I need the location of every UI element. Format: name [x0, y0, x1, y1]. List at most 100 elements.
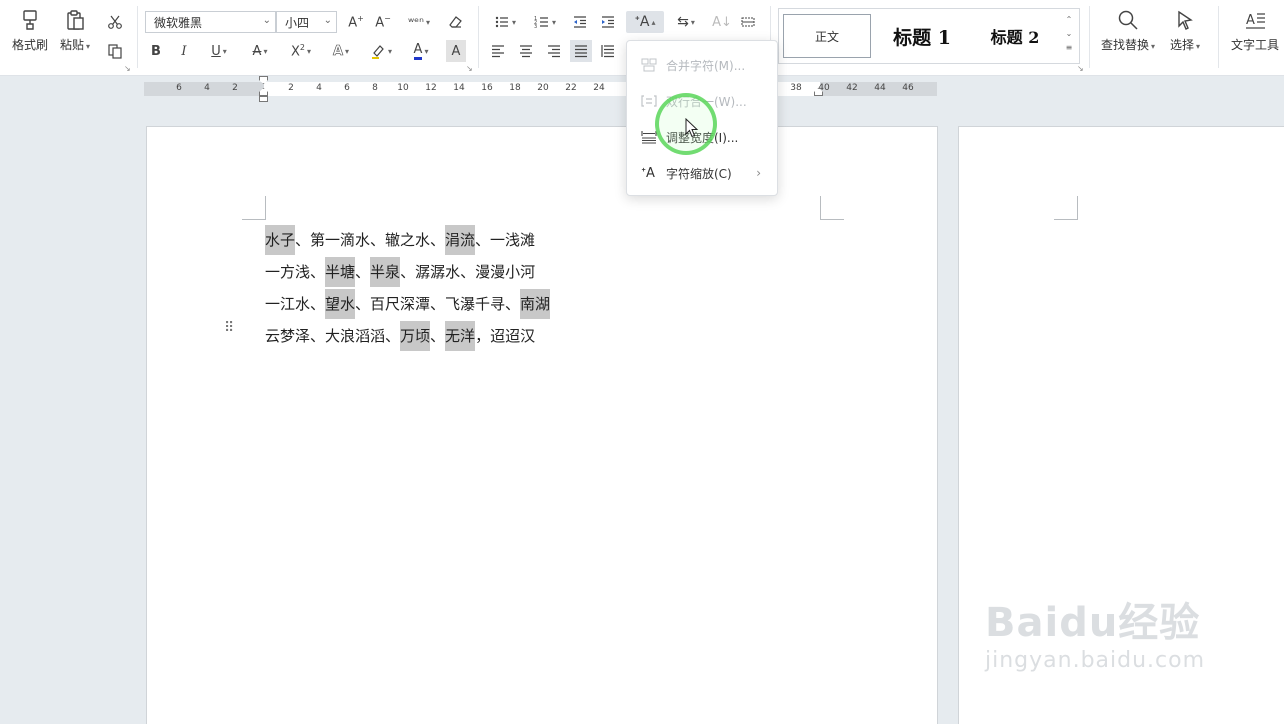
group-separator: [137, 6, 138, 68]
italic-button[interactable]: I: [174, 40, 194, 62]
paste-button[interactable]: 粘贴 ▾: [60, 8, 90, 53]
format-painter-icon: [23, 10, 37, 30]
ruler-tick: 24: [593, 83, 605, 93]
align-center-button[interactable]: [516, 40, 536, 62]
phonetic-guide-button[interactable]: ʷᵉⁿ ▾: [402, 11, 436, 33]
merge-chars-icon: [641, 58, 659, 72]
chevron-down-icon[interactable]: ⌄: [1063, 27, 1075, 41]
ruler-tick: 4: [204, 83, 210, 93]
text-line: 一方浅、半塘、半泉、潺潺水、漫漫小河: [265, 256, 550, 288]
clipboard-launcher-icon[interactable]: ↘: [124, 64, 131, 73]
text-tools-icon: A: [1246, 13, 1265, 29]
ruler-tick: 2: [232, 83, 238, 93]
ruler-tick: 6: [344, 83, 350, 93]
cut-button[interactable]: [104, 11, 126, 33]
ruler-tick: 14: [453, 83, 465, 93]
show-marks-icon: [741, 17, 755, 27]
chevron-up-icon[interactable]: ⌃: [1063, 13, 1075, 27]
shrink-font-icon: A−: [375, 13, 391, 31]
left-indent-marker[interactable]: [259, 96, 268, 102]
shrink-font-button[interactable]: A−: [372, 11, 394, 33]
style-normal[interactable]: 正文: [783, 14, 871, 58]
bold-button[interactable]: B: [146, 40, 166, 62]
sort-button[interactable]: A↓: [712, 11, 732, 33]
justify-icon: [575, 45, 587, 58]
find-replace-button[interactable]: 查找替换 ▾: [1101, 8, 1155, 53]
chinese-layout-icon: ᐩA: [634, 14, 650, 30]
ruler-tick: 46: [902, 83, 914, 93]
ruler-tick: 6: [176, 83, 182, 93]
margin-corner-mark: [1054, 196, 1078, 220]
paragraph-drag-handle-icon[interactable]: ⠿: [224, 321, 234, 335]
text-direction-button[interactable]: ⇆ ▾: [670, 11, 702, 33]
text-run: 一方浅、: [265, 263, 326, 281]
distributed-align-button[interactable]: [598, 40, 618, 62]
expand-icon[interactable]: ≡: [1063, 41, 1075, 55]
underline-button[interactable]: U ▾: [202, 40, 236, 62]
chevron-right-icon: ›: [756, 166, 761, 180]
bullets-button[interactable]: ▾: [488, 11, 522, 33]
text-run: 、潺潺水、漫漫小河: [400, 263, 536, 281]
bullet-list-icon: [495, 16, 508, 28]
find-replace-label: 查找替换 ▾: [1101, 38, 1156, 52]
ruler-tick: 8: [372, 83, 378, 93]
superscript-button[interactable]: X2 ▾: [284, 40, 318, 62]
show-marks-button[interactable]: [738, 11, 758, 33]
ruler-tick: 18: [509, 83, 521, 93]
italic-icon: I: [181, 43, 187, 59]
paste-icon: [67, 10, 84, 30]
select-button[interactable]: 选择 ▾: [1170, 8, 1200, 53]
numbered-list-icon: 123: [534, 16, 548, 30]
search-icon: [1118, 10, 1138, 30]
font-color-button[interactable]: A ▾: [404, 40, 438, 62]
chinese-layout-button[interactable]: ᐩA ▴: [626, 11, 664, 33]
svg-text:3: 3: [534, 24, 537, 30]
text-effect-icon: A: [332, 43, 344, 59]
font-size-select[interactable]: 小四 ⌄: [276, 11, 337, 33]
ruler-tick: 4: [316, 83, 322, 93]
align-right-button[interactable]: [544, 40, 564, 62]
phonetic-icon: ʷᵉⁿ: [408, 15, 424, 29]
menu-item-label: 字符缩放(C): [666, 166, 732, 181]
baidu-watermark: Baidu经验 jingyan.baidu.com: [985, 590, 1205, 673]
highlighted-text: 半泉: [370, 257, 401, 287]
mouse-cursor-icon: [685, 118, 699, 138]
highlighted-text: 涓流: [445, 225, 476, 255]
char-shading-button[interactable]: A: [446, 40, 466, 62]
document-body[interactable]: 水子、第一滴水、辙之水、涓流、一浅滩 一方浅、半塘、半泉、潺潺水、漫漫小河 一江…: [265, 224, 551, 352]
text-effect-button[interactable]: A ▾: [324, 40, 358, 62]
format-painter-button[interactable]: 格式刷: [12, 8, 48, 53]
clear-format-button[interactable]: [444, 11, 466, 33]
font-launcher-icon[interactable]: ↘: [466, 64, 473, 73]
char-shading-icon: A: [451, 43, 461, 59]
menu-item-char-scale[interactable]: ᐩA 字符缩放(C) ›: [627, 155, 777, 191]
menu-item-merge-chars[interactable]: 合并字符(M)...: [627, 47, 777, 83]
styles-scroll[interactable]: ⌃ ⌄ ≡: [1063, 13, 1075, 55]
group-separator: [478, 6, 479, 68]
align-center-icon: [520, 45, 532, 58]
styles-launcher-icon[interactable]: ↘: [1077, 64, 1084, 73]
distributed-icon: [601, 45, 614, 58]
numbering-button[interactable]: 1 2 3 ▾: [528, 11, 562, 33]
align-left-button[interactable]: [488, 40, 508, 62]
style-heading-1[interactable]: 标题 1: [877, 14, 967, 58]
highlighted-text: 万顷: [400, 321, 431, 351]
highlight-button[interactable]: ▾: [364, 40, 398, 62]
font-name-select[interactable]: 微软雅黑 ⌄: [145, 11, 276, 33]
strikethrough-button[interactable]: A ▾: [244, 40, 276, 62]
text-run: ，迢迢汉: [475, 327, 536, 345]
increase-indent-button[interactable]: [598, 11, 618, 33]
text-tools-button[interactable]: A 文字工具: [1231, 8, 1279, 53]
copy-icon: [108, 44, 122, 59]
copy-button[interactable]: [104, 40, 126, 62]
justify-button[interactable]: [570, 40, 592, 62]
decrease-indent-button[interactable]: [570, 11, 590, 33]
grow-font-button[interactable]: A+: [345, 11, 367, 33]
styles-gallery: 正文 标题 1 标题 2 ⌃ ⌄ ≡: [778, 8, 1080, 64]
ruler-tick: 2: [288, 83, 294, 93]
style-heading-2[interactable]: 标题 2: [975, 14, 1055, 58]
select-cursor-icon: [1178, 10, 1193, 30]
superscript-icon: X2: [290, 42, 305, 60]
text-line: 云梦泽、大浪滔滔、万顷、无洋，迢迢汉: [265, 320, 550, 352]
text-run: 、: [430, 327, 446, 345]
